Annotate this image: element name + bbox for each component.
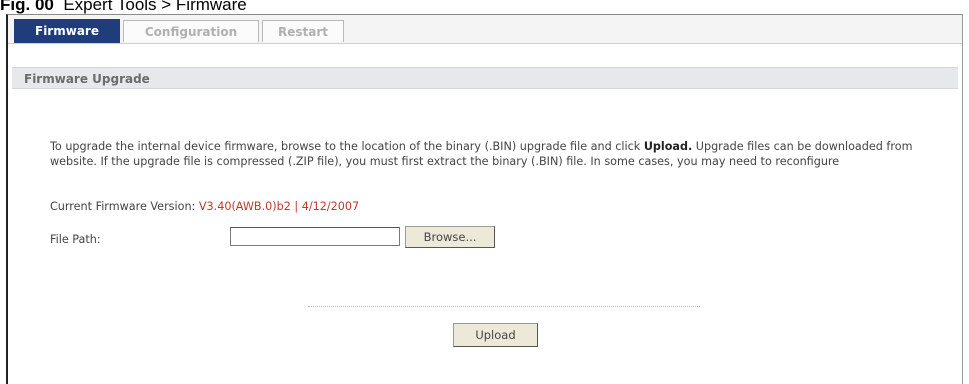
tab-restart[interactable]: Restart [262,20,344,42]
browse-button[interactable]: Browse... [405,226,495,248]
description-upload-keyword: Upload. [643,140,693,153]
file-path-label: File Path: [50,233,101,246]
file-path-input[interactable] [230,227,400,246]
current-firmware-version: V3.40(AWB.0)b2 | 4/12/2007 [198,200,360,213]
description-text-start: To upgrade the internal device firmware,… [50,140,644,153]
figure-label: Fig. 00 [0,0,54,14]
tab-bar: Firmware Configuration Restart [8,15,962,44]
divider [308,306,700,307]
figure-caption: Fig. 00 Expert Tools > Firmware [0,0,247,14]
current-firmware-label: Current Firmware Version: [50,200,199,213]
section-title: Firmware Upgrade [12,67,958,89]
current-firmware-row: Current Firmware Version: V3.40(AWB.0)b2… [50,200,359,213]
upload-button[interactable]: Upload [453,323,538,347]
firmware-panel: Firmware Configuration Restart Firmware … [6,14,963,384]
upgrade-description: To upgrade the internal device firmware,… [50,139,950,169]
figure-breadcrumb: Expert Tools > Firmware [63,0,247,14]
tab-firmware[interactable]: Firmware [14,19,120,43]
tab-configuration[interactable]: Configuration [123,20,259,42]
